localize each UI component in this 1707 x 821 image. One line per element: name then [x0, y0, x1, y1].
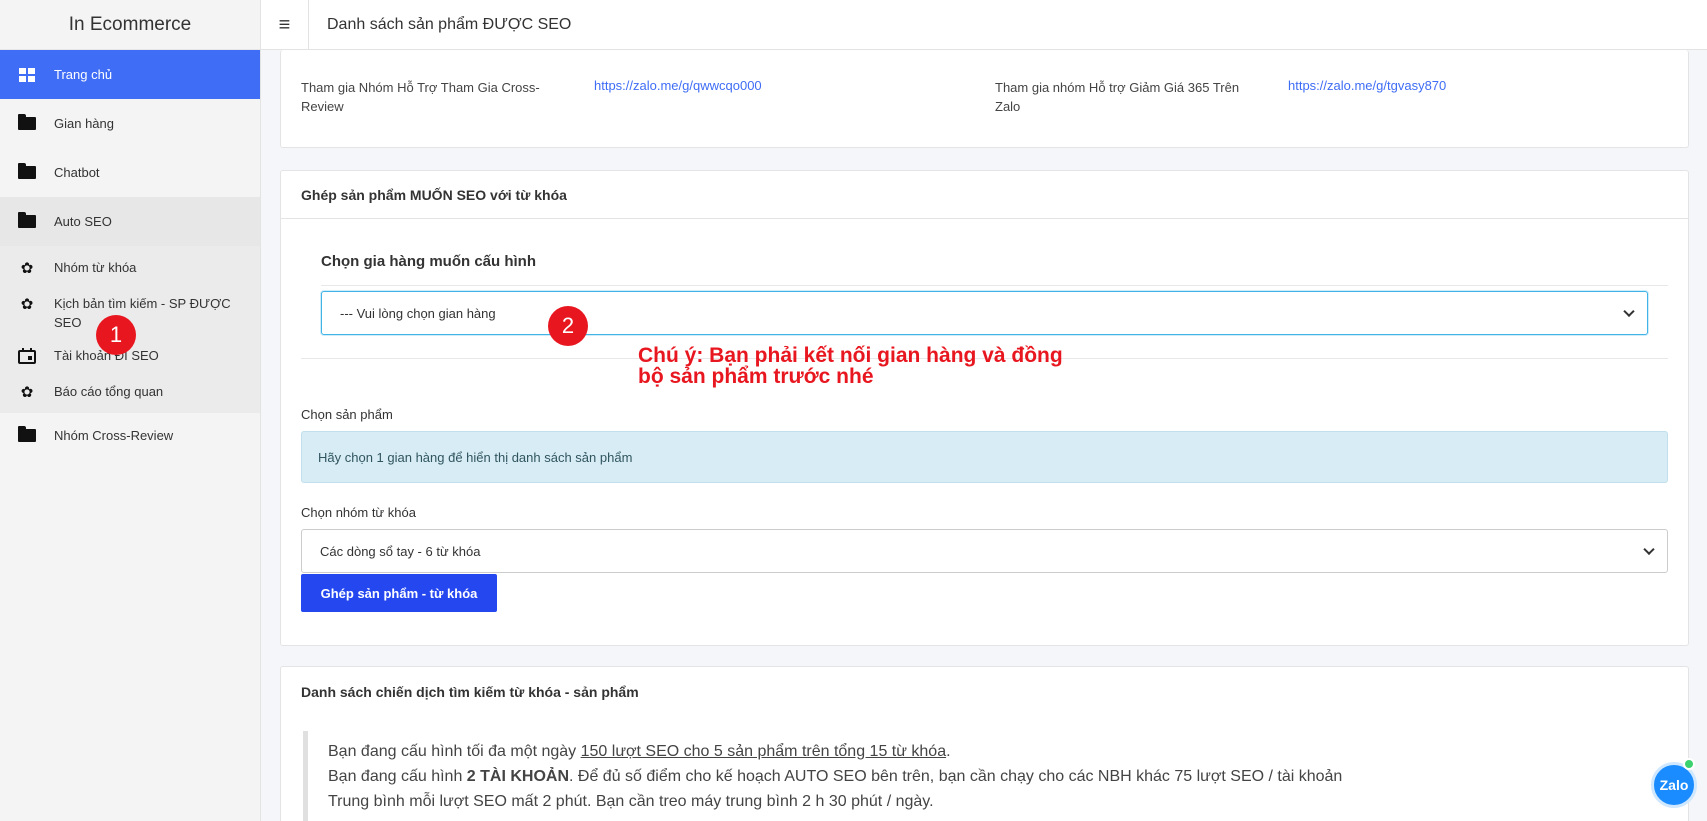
sidebar-item-label: Kịch bản tìm kiếm - SP ĐƯỢC SEO	[54, 296, 231, 330]
dashboard-icon	[16, 65, 38, 85]
page-title: Danh sách sản phẩm ĐƯỢC SEO	[327, 15, 572, 33]
campaign-summary-line: Bạn đang cấu hình 2 TÀI KHOẢN. Để đủ số …	[328, 764, 1668, 789]
calendar-icon	[16, 346, 38, 366]
brand-title: In Ecommerce	[0, 0, 260, 50]
annotation-note-line: bộ sản phẩm trước nhé	[638, 365, 874, 388]
shop-config-title: Chọn gia hàng muốn cấu hình	[321, 253, 536, 270]
sidebar-item-label: Nhóm Cross-Review	[54, 428, 174, 443]
match-card-heading: Ghép sản phẩm MUỐN SEO với từ khóa	[281, 171, 1688, 219]
product-info-alert: Hãy chọn 1 gian hàng để hiển thị danh sá…	[301, 431, 1668, 483]
cross-review-group-label: Tham gia Nhóm Hỗ Trợ Tham Gia Cross-Revi…	[301, 80, 540, 114]
annotation-badge-1: 1	[96, 315, 136, 355]
folder-icon	[16, 426, 38, 446]
sidebar-item-label: Gian hàng	[54, 116, 114, 131]
campaign-summary-line: Bạn đang cấu hình tối đa một ngày 150 lư…	[328, 739, 1668, 764]
folder-icon	[16, 212, 38, 232]
sidebar-item-label: Trang chủ	[54, 67, 113, 82]
sidebar-item-auto-seo[interactable]: Auto SEO	[0, 197, 260, 246]
summary-text: Bạn đang cấu hình	[328, 768, 467, 785]
sidebar-item-chatbot[interactable]: Chatbot	[0, 148, 260, 197]
sidebar: In Ecommerce Trang chủ Gian hàng Chatbot…	[0, 0, 261, 821]
match-submit-button[interactable]: Ghép sản phẩm - từ khóa	[301, 574, 497, 612]
campaign-list-card: Danh sách chiến dịch tìm kiếm từ khóa - …	[280, 666, 1689, 821]
match-product-keyword-card: Ghép sản phẩm MUỐN SEO với từ khóa Chọn …	[280, 170, 1689, 646]
sidebar-item-label: Nhóm từ khóa	[54, 260, 137, 275]
hamburger-menu-icon[interactable]: ≡	[261, 0, 309, 50]
gear-icon: ✿	[20, 295, 34, 313]
online-status-dot	[1683, 758, 1695, 770]
chevron-down-icon	[1643, 543, 1655, 556]
campaign-card-heading: Danh sách chiến dịch tìm kiếm từ khóa - …	[301, 684, 639, 700]
top-header: ≡ Danh sách sản phẩm ĐƯỢC SEO	[261, 0, 1707, 50]
divider	[321, 285, 1668, 286]
chevron-down-icon	[1623, 305, 1635, 318]
folder-icon	[16, 114, 38, 134]
shop-select-value: --- Vui lòng chọn gian hàng	[340, 305, 496, 321]
campaign-summary-line: Trung bình mỗi lượt SEO mất 2 phút. Bạn …	[328, 793, 934, 810]
campaign-summary: Bạn đang cấu hình tối đa một ngày 150 lư…	[303, 731, 1668, 821]
keyword-group-select[interactable]: Các dòng sổ tay - 6 từ khóa	[301, 529, 1668, 573]
annotation-note: Chú ý: Bạn phải kết nối gian hàng và đồn…	[638, 345, 1138, 387]
summary-text: Bạn đang cấu hình tối đa một ngày	[328, 743, 581, 760]
folder-icon	[16, 163, 38, 183]
product-label: Chọn sản phẩm	[301, 407, 393, 422]
shop-select[interactable]: --- Vui lòng chọn gian hàng	[321, 291, 1648, 335]
shop-config-box: Chọn gia hàng muốn cấu hình --- Vui lòng…	[301, 219, 1668, 359]
discount-group-label: Tham gia nhóm Hỗ trợ Giảm Giá 365 Trên Z…	[995, 80, 1240, 114]
summary-text: .	[946, 743, 951, 760]
cross-review-group-link[interactable]: https://zalo.me/g/qwwcqo000	[594, 78, 762, 93]
sidebar-item-cross-review[interactable]: Nhóm Cross-Review	[0, 413, 260, 458]
discount-group-link[interactable]: https://zalo.me/g/tgvasy870	[1288, 78, 1446, 93]
gear-icon: ✿	[20, 383, 34, 401]
support-groups-card: Tham gia Nhóm Hỗ Trợ Tham Gia Cross-Revi…	[280, 50, 1689, 148]
sidebar-item-label: Auto SEO	[54, 214, 112, 229]
summary-account-count: 2 TÀI KHOẢN	[466, 768, 570, 785]
gear-icon: ✿	[20, 259, 34, 277]
sidebar-item-keyword-groups[interactable]: ✿ Nhóm từ khóa	[0, 246, 260, 286]
annotation-badge-2: 2	[548, 306, 588, 346]
summary-quota-link[interactable]: 150 lượt SEO cho 5 sản phẩm trên tổng 15…	[581, 743, 946, 760]
sidebar-item-overview-report[interactable]: ✿ Báo cáo tổng quan	[0, 374, 260, 413]
sidebar-item-home[interactable]: Trang chủ	[0, 50, 260, 99]
sidebar-item-shops[interactable]: Gian hàng	[0, 99, 260, 148]
sidebar-item-label: Chatbot	[54, 165, 100, 180]
keyword-group-select-value: Các dòng sổ tay - 6 từ khóa	[320, 543, 481, 559]
annotation-note-line: Chú ý: Bạn phải kết nối gian hàng và đồn…	[638, 344, 1063, 367]
sidebar-item-label: Báo cáo tổng quan	[54, 384, 164, 399]
keyword-group-label: Chọn nhóm từ khóa	[301, 505, 416, 520]
summary-text: . Để đủ số điểm cho kế hoạch AUTO SEO bê…	[569, 768, 1343, 785]
